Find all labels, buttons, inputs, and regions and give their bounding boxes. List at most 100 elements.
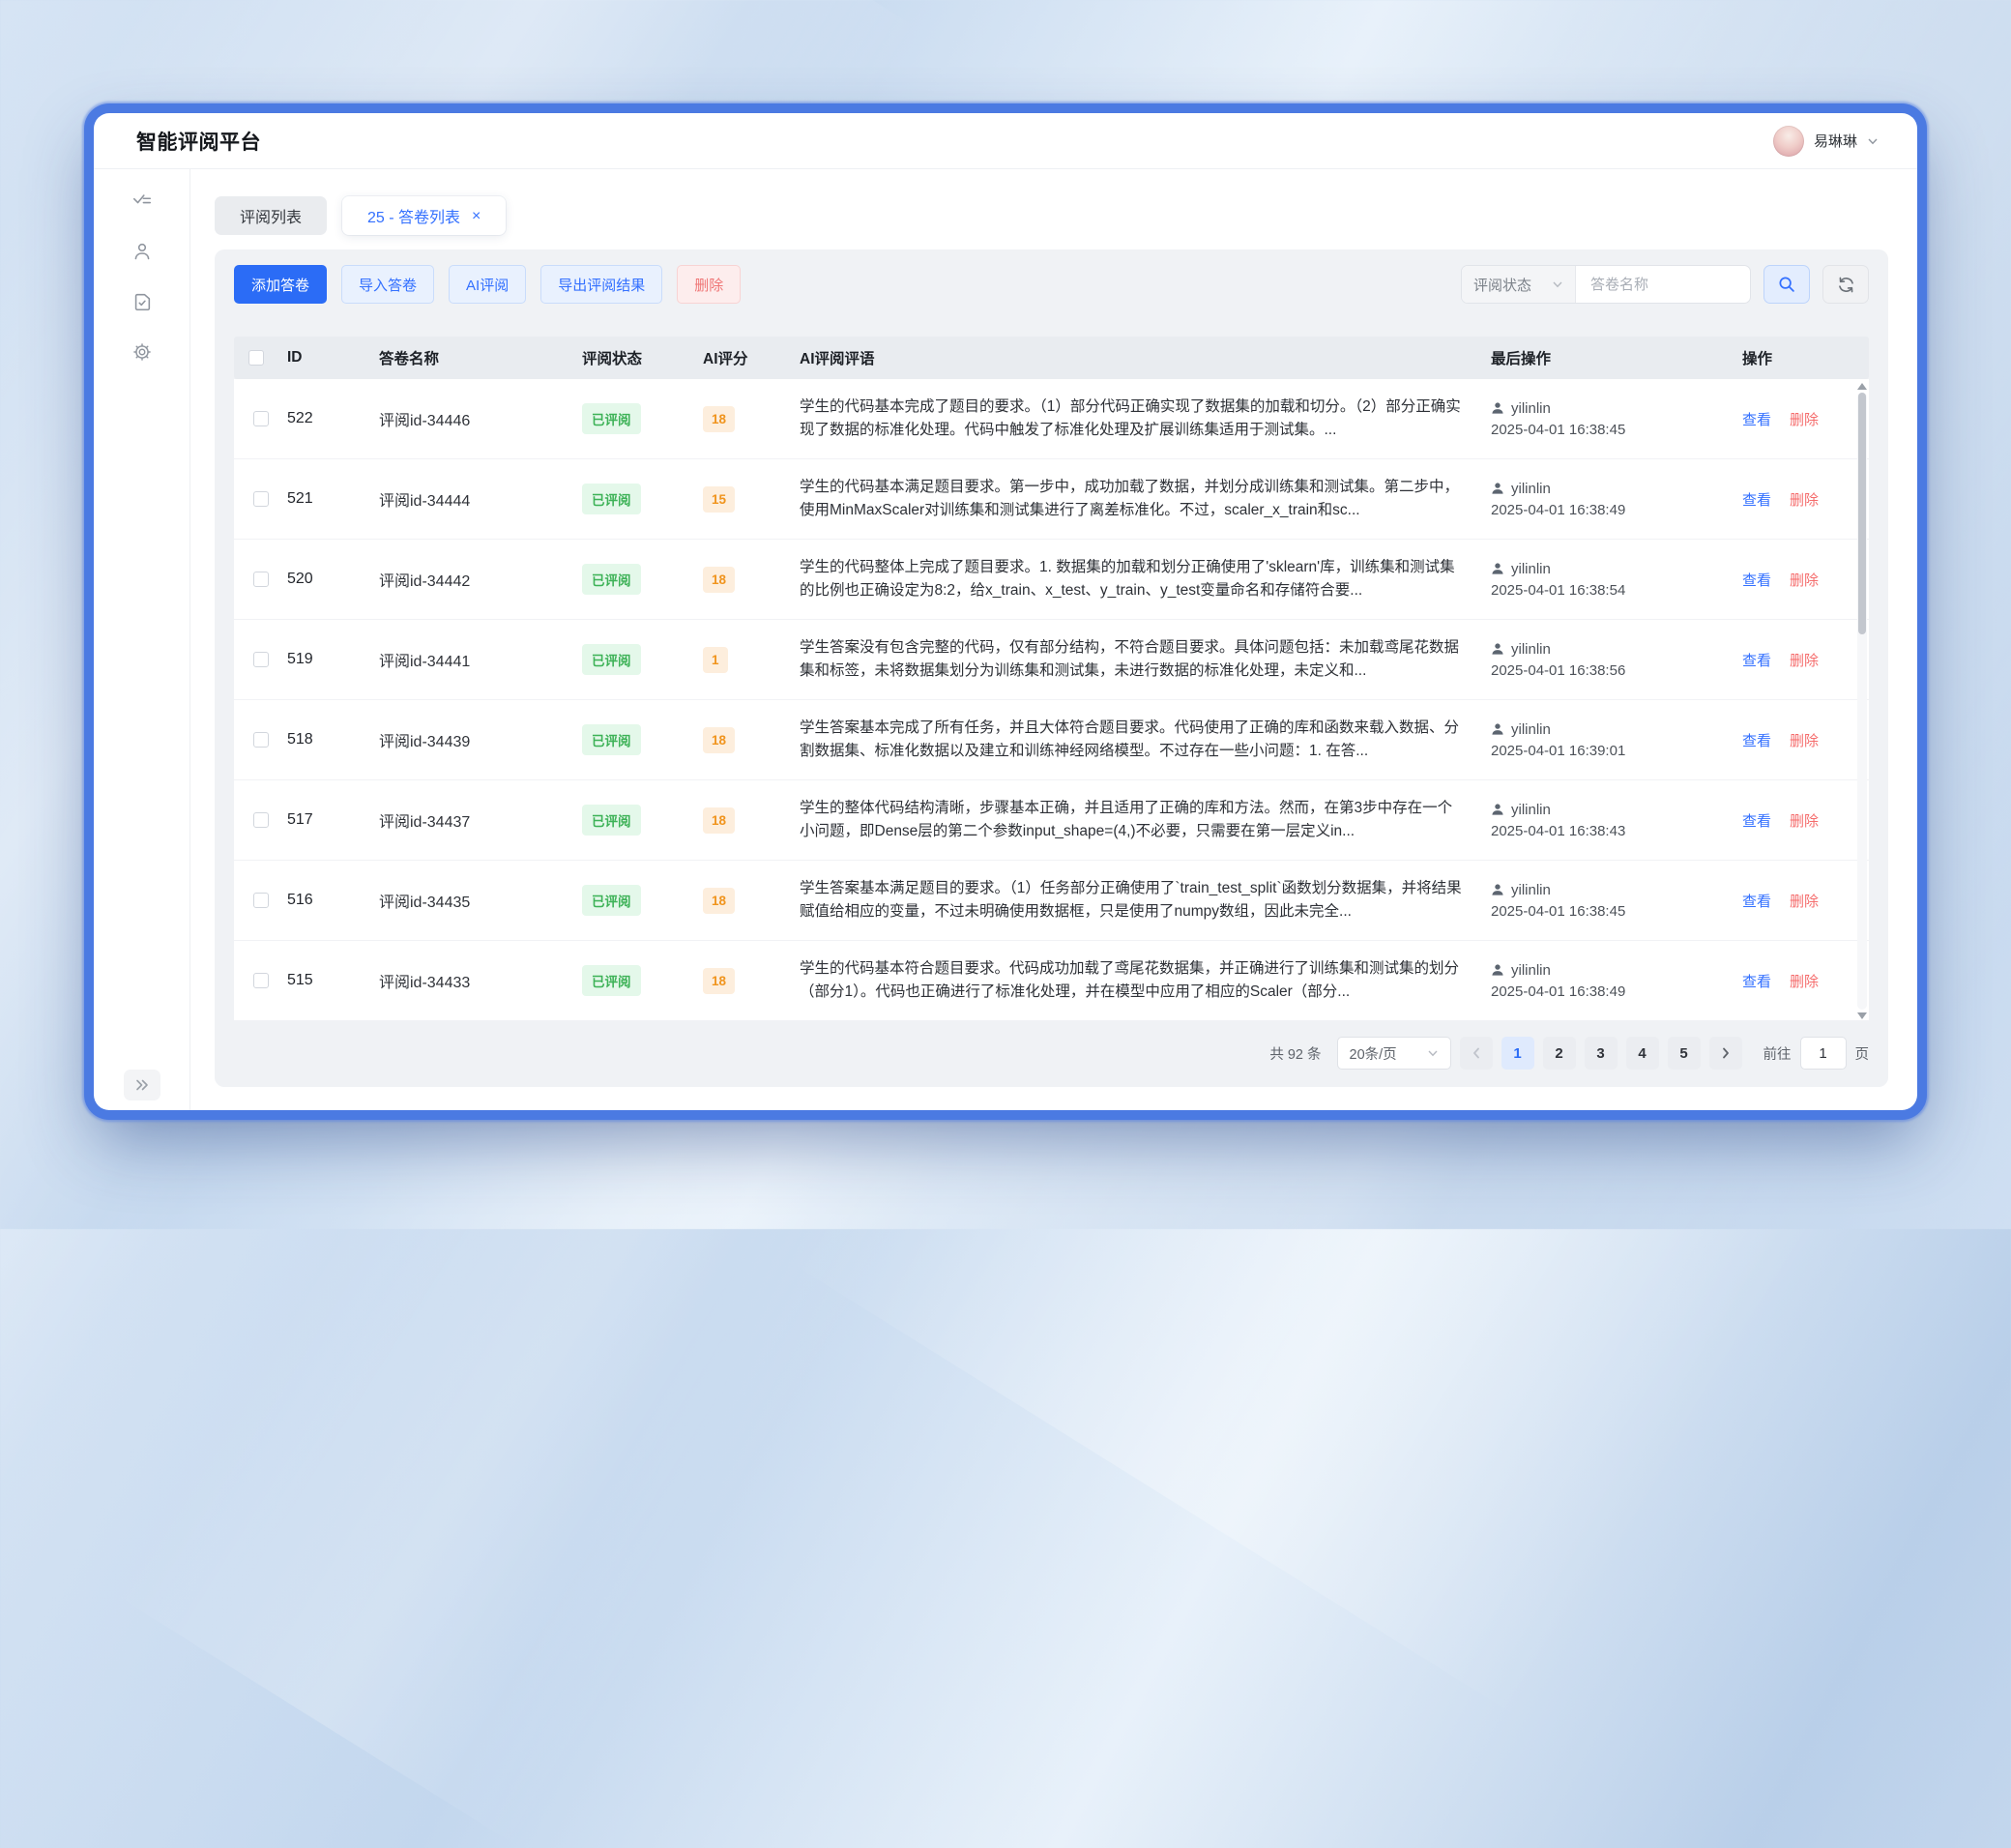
row-checkbox[interactable]: [253, 652, 269, 667]
operator-name: yilinlin: [1511, 641, 1551, 658]
search-button[interactable]: [1763, 265, 1810, 304]
row-actions: 查看 删除: [1742, 810, 1869, 831]
page-button-2[interactable]: 2: [1543, 1037, 1576, 1070]
page-size-value: 20条/页: [1350, 1043, 1397, 1064]
delete-link[interactable]: 删除: [1790, 650, 1819, 670]
score-badge: 18: [703, 968, 735, 994]
row-comment: 学生答案基本完成了所有任务，并且大体符合题目要求。代码使用了正确的库和函数来载入…: [800, 717, 1491, 763]
row-status-cell: 已评阅: [582, 403, 703, 434]
row-checkbox-cell: [234, 491, 287, 507]
sidebar-item-documents[interactable]: [131, 291, 153, 312]
operation-time: 2025-04-01 16:38:45: [1491, 422, 1742, 438]
main-content: 评阅列表 25 - 答卷列表 × 添加答卷 导入答卷 AI评阅 导出评阅结果 删…: [190, 169, 1917, 1110]
row-checkbox[interactable]: [253, 411, 269, 426]
goto-prefix: 前往: [1763, 1043, 1792, 1064]
toolbar: 添加答卷 导入答卷 AI评阅 导出评阅结果 删除 评阅状态: [234, 265, 1869, 304]
operation-time: 2025-04-01 16:38:49: [1491, 983, 1742, 1000]
operator-name: yilinlin: [1511, 561, 1551, 577]
row-score-cell: 18: [703, 888, 800, 914]
view-link[interactable]: 查看: [1742, 409, 1771, 429]
person-icon: [1491, 401, 1504, 415]
delete-link[interactable]: 删除: [1790, 891, 1819, 911]
row-actions: 查看 删除: [1742, 730, 1869, 750]
row-score-cell: 18: [703, 567, 800, 593]
scrollbar-thumb[interactable]: [1858, 393, 1866, 634]
view-link[interactable]: 查看: [1742, 810, 1771, 831]
delete-link[interactable]: 删除: [1790, 489, 1819, 510]
search-input[interactable]: [1576, 266, 1750, 303]
avatar[interactable]: [1773, 126, 1804, 157]
view-link[interactable]: 查看: [1742, 891, 1771, 911]
row-checkbox-cell: [234, 572, 287, 587]
tab-answer-list[interactable]: 25 - 答卷列表 ×: [342, 196, 506, 235]
view-link[interactable]: 查看: [1742, 570, 1771, 590]
prev-page-button[interactable]: [1460, 1037, 1493, 1070]
next-page-button[interactable]: [1709, 1037, 1742, 1070]
sidebar-expand-button[interactable]: [124, 1070, 160, 1100]
view-link[interactable]: 查看: [1742, 730, 1771, 750]
refresh-icon: [1837, 276, 1855, 294]
page-button-1[interactable]: 1: [1501, 1037, 1534, 1070]
sidebar-item-settings[interactable]: [131, 341, 153, 363]
add-answer-button[interactable]: 添加答卷: [234, 265, 327, 304]
user-name: 易琳琳: [1814, 131, 1857, 151]
delete-link[interactable]: 删除: [1790, 570, 1819, 590]
status-badge: 已评阅: [582, 564, 641, 595]
delete-link[interactable]: 删除: [1790, 810, 1819, 831]
sidebar-item-users[interactable]: [131, 241, 153, 262]
operator-name: yilinlin: [1511, 400, 1551, 417]
operation-time: 2025-04-01 16:38:56: [1491, 662, 1742, 679]
table-row: 516 评阅id-34435 已评阅 18 学生答案基本满足题目的要求。（1）任…: [234, 861, 1869, 941]
ai-review-button[interactable]: AI评阅: [449, 265, 526, 304]
row-status-cell: 已评阅: [582, 484, 703, 514]
tab-label: 25 - 答卷列表: [367, 204, 460, 227]
scroll-up-arrow-icon[interactable]: [1857, 383, 1867, 390]
export-results-button[interactable]: 导出评阅结果: [540, 265, 662, 304]
scrollbar-track[interactable]: [1857, 393, 1867, 1010]
operator-name: yilinlin: [1511, 481, 1551, 497]
import-answer-button[interactable]: 导入答卷: [341, 265, 434, 304]
page-button-5[interactable]: 5: [1668, 1037, 1701, 1070]
row-comment: 学生的代码基本完成了题目的要求。（1）部分代码正确实现了数据集的加载和切分。（2…: [800, 396, 1491, 442]
page-button-3[interactable]: 3: [1585, 1037, 1618, 1070]
table-body: 522 评阅id-34446 已评阅 18 学生的代码基本完成了题目的要求。（1…: [234, 379, 1869, 1021]
delete-button[interactable]: 删除: [677, 265, 741, 304]
row-last-operation: yilinlin 2025-04-01 16:39:01: [1491, 721, 1742, 759]
page-button-4[interactable]: 4: [1626, 1037, 1659, 1070]
row-checkbox[interactable]: [253, 812, 269, 828]
delete-link[interactable]: 删除: [1790, 971, 1819, 991]
view-link[interactable]: 查看: [1742, 971, 1771, 991]
col-actions: 操作: [1742, 347, 1869, 368]
status-filter-select[interactable]: 评阅状态: [1462, 266, 1576, 303]
row-comment: 学生的代码基本符合题目要求。代码成功加载了鸢尾花数据集，并正确进行了训练集和测试…: [800, 957, 1491, 1004]
row-id: 522: [287, 410, 379, 427]
person-icon: [1491, 722, 1504, 736]
user-menu[interactable]: 易琳琳: [1773, 126, 1879, 157]
chevron-down-icon: [1867, 135, 1879, 147]
row-checkbox[interactable]: [253, 491, 269, 507]
row-checkbox-cell: [234, 893, 287, 908]
table-scrollbar[interactable]: [1856, 381, 1868, 1021]
sidebar-item-review-list[interactable]: [131, 191, 153, 212]
row-checkbox[interactable]: [253, 893, 269, 908]
row-comment: 学生的整体代码结构清晰，步骤基本正确，并且适用了正确的库和方法。然而，在第3步中…: [800, 797, 1491, 843]
page-size-select[interactable]: 20条/页: [1337, 1037, 1451, 1070]
row-checkbox[interactable]: [253, 572, 269, 587]
row-checkbox[interactable]: [253, 973, 269, 988]
filter-area: 评阅状态: [1461, 265, 1869, 304]
row-name: 评阅id-34444: [379, 487, 582, 511]
row-checkbox[interactable]: [253, 732, 269, 748]
delete-link[interactable]: 删除: [1790, 409, 1819, 429]
delete-link[interactable]: 删除: [1790, 730, 1819, 750]
operation-time: 2025-04-01 16:38:49: [1491, 502, 1742, 518]
refresh-button[interactable]: [1822, 265, 1869, 304]
scroll-down-arrow-icon[interactable]: [1857, 1012, 1867, 1019]
goto-page-input[interactable]: [1800, 1037, 1847, 1070]
close-icon[interactable]: ×: [472, 209, 481, 224]
view-link[interactable]: 查看: [1742, 489, 1771, 510]
select-all-checkbox[interactable]: [248, 350, 264, 366]
view-link[interactable]: 查看: [1742, 650, 1771, 670]
tab-review-list[interactable]: 评阅列表: [215, 196, 327, 235]
col-score: AI评分: [703, 347, 800, 368]
operator-name: yilinlin: [1511, 882, 1551, 898]
